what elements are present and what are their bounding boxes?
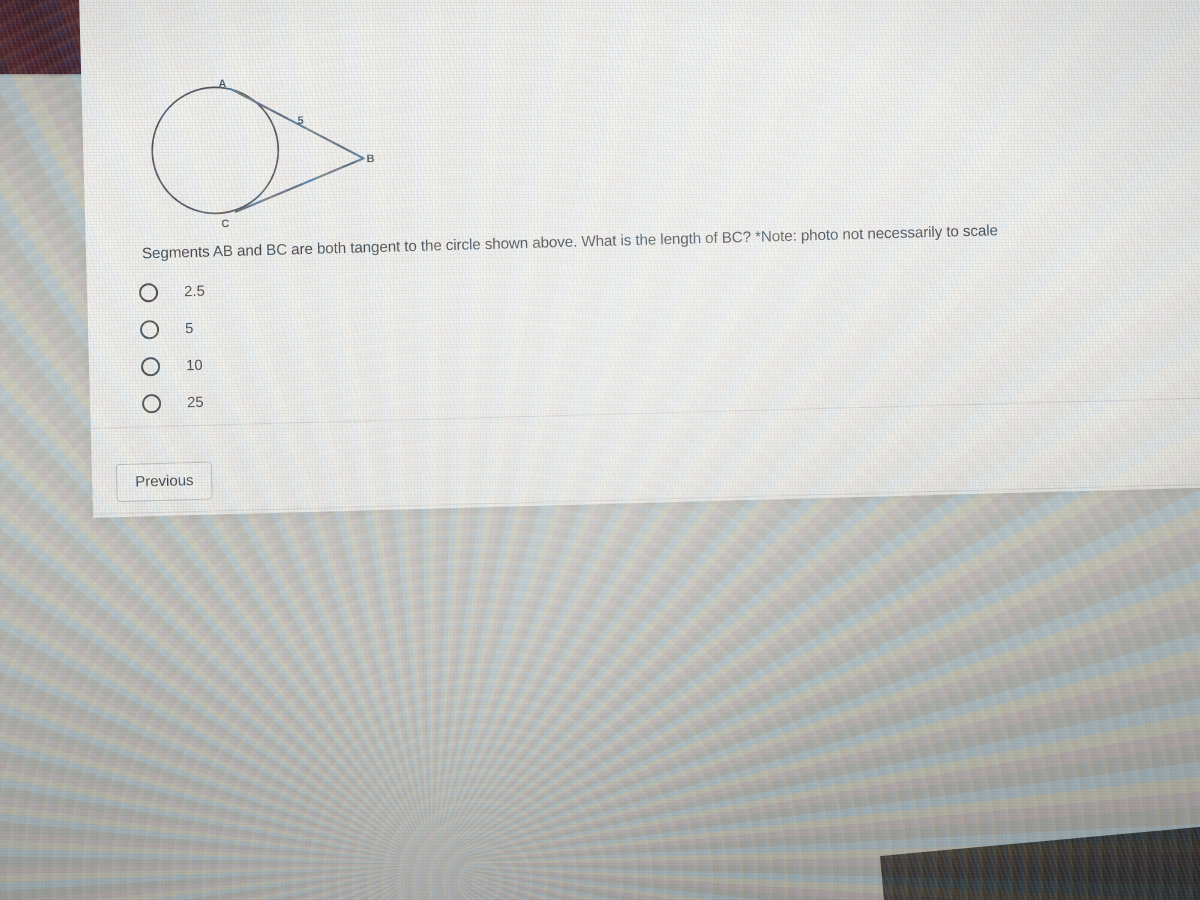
quiz-card-inner: A B C 5 Segments AB and BC are both tang…	[78, 0, 1200, 518]
figure-label-point-a: A	[218, 78, 227, 91]
figure-label-point-c: C	[221, 218, 230, 231]
figure-label-segment-length: 5	[297, 114, 304, 128]
radio-button-icon[interactable]	[140, 356, 161, 377]
answer-option-label: 10	[185, 357, 203, 374]
answer-option-label: 2.5	[183, 283, 206, 300]
geometry-figure: A B C 5	[133, 67, 428, 255]
answer-option-4[interactable]: 25	[141, 384, 209, 423]
answer-options-group: 2.5 5 10 25	[138, 273, 209, 423]
screenshot-root: A B C 5 Segments AB and BC are both tang…	[0, 0, 1200, 900]
geometry-figure-svg	[151, 86, 365, 215]
answer-option-label: 5	[184, 320, 194, 337]
answer-option-1[interactable]: 2.5	[138, 273, 206, 312]
radio-button-icon[interactable]	[141, 393, 162, 414]
answer-option-2[interactable]: 5	[139, 310, 207, 349]
radio-button-icon[interactable]	[139, 319, 160, 340]
quiz-card: A B C 5 Segments AB and BC are both tang…	[78, 0, 1200, 518]
screen-band-divider	[90, 395, 1200, 429]
answer-option-label: 25	[186, 394, 204, 411]
tangent-segment-bc	[234, 157, 365, 213]
figure-label-point-b: B	[366, 153, 375, 166]
answer-option-3[interactable]: 10	[140, 347, 208, 386]
radio-button-icon[interactable]	[138, 282, 159, 303]
previous-button[interactable]: Previous	[115, 461, 214, 503]
